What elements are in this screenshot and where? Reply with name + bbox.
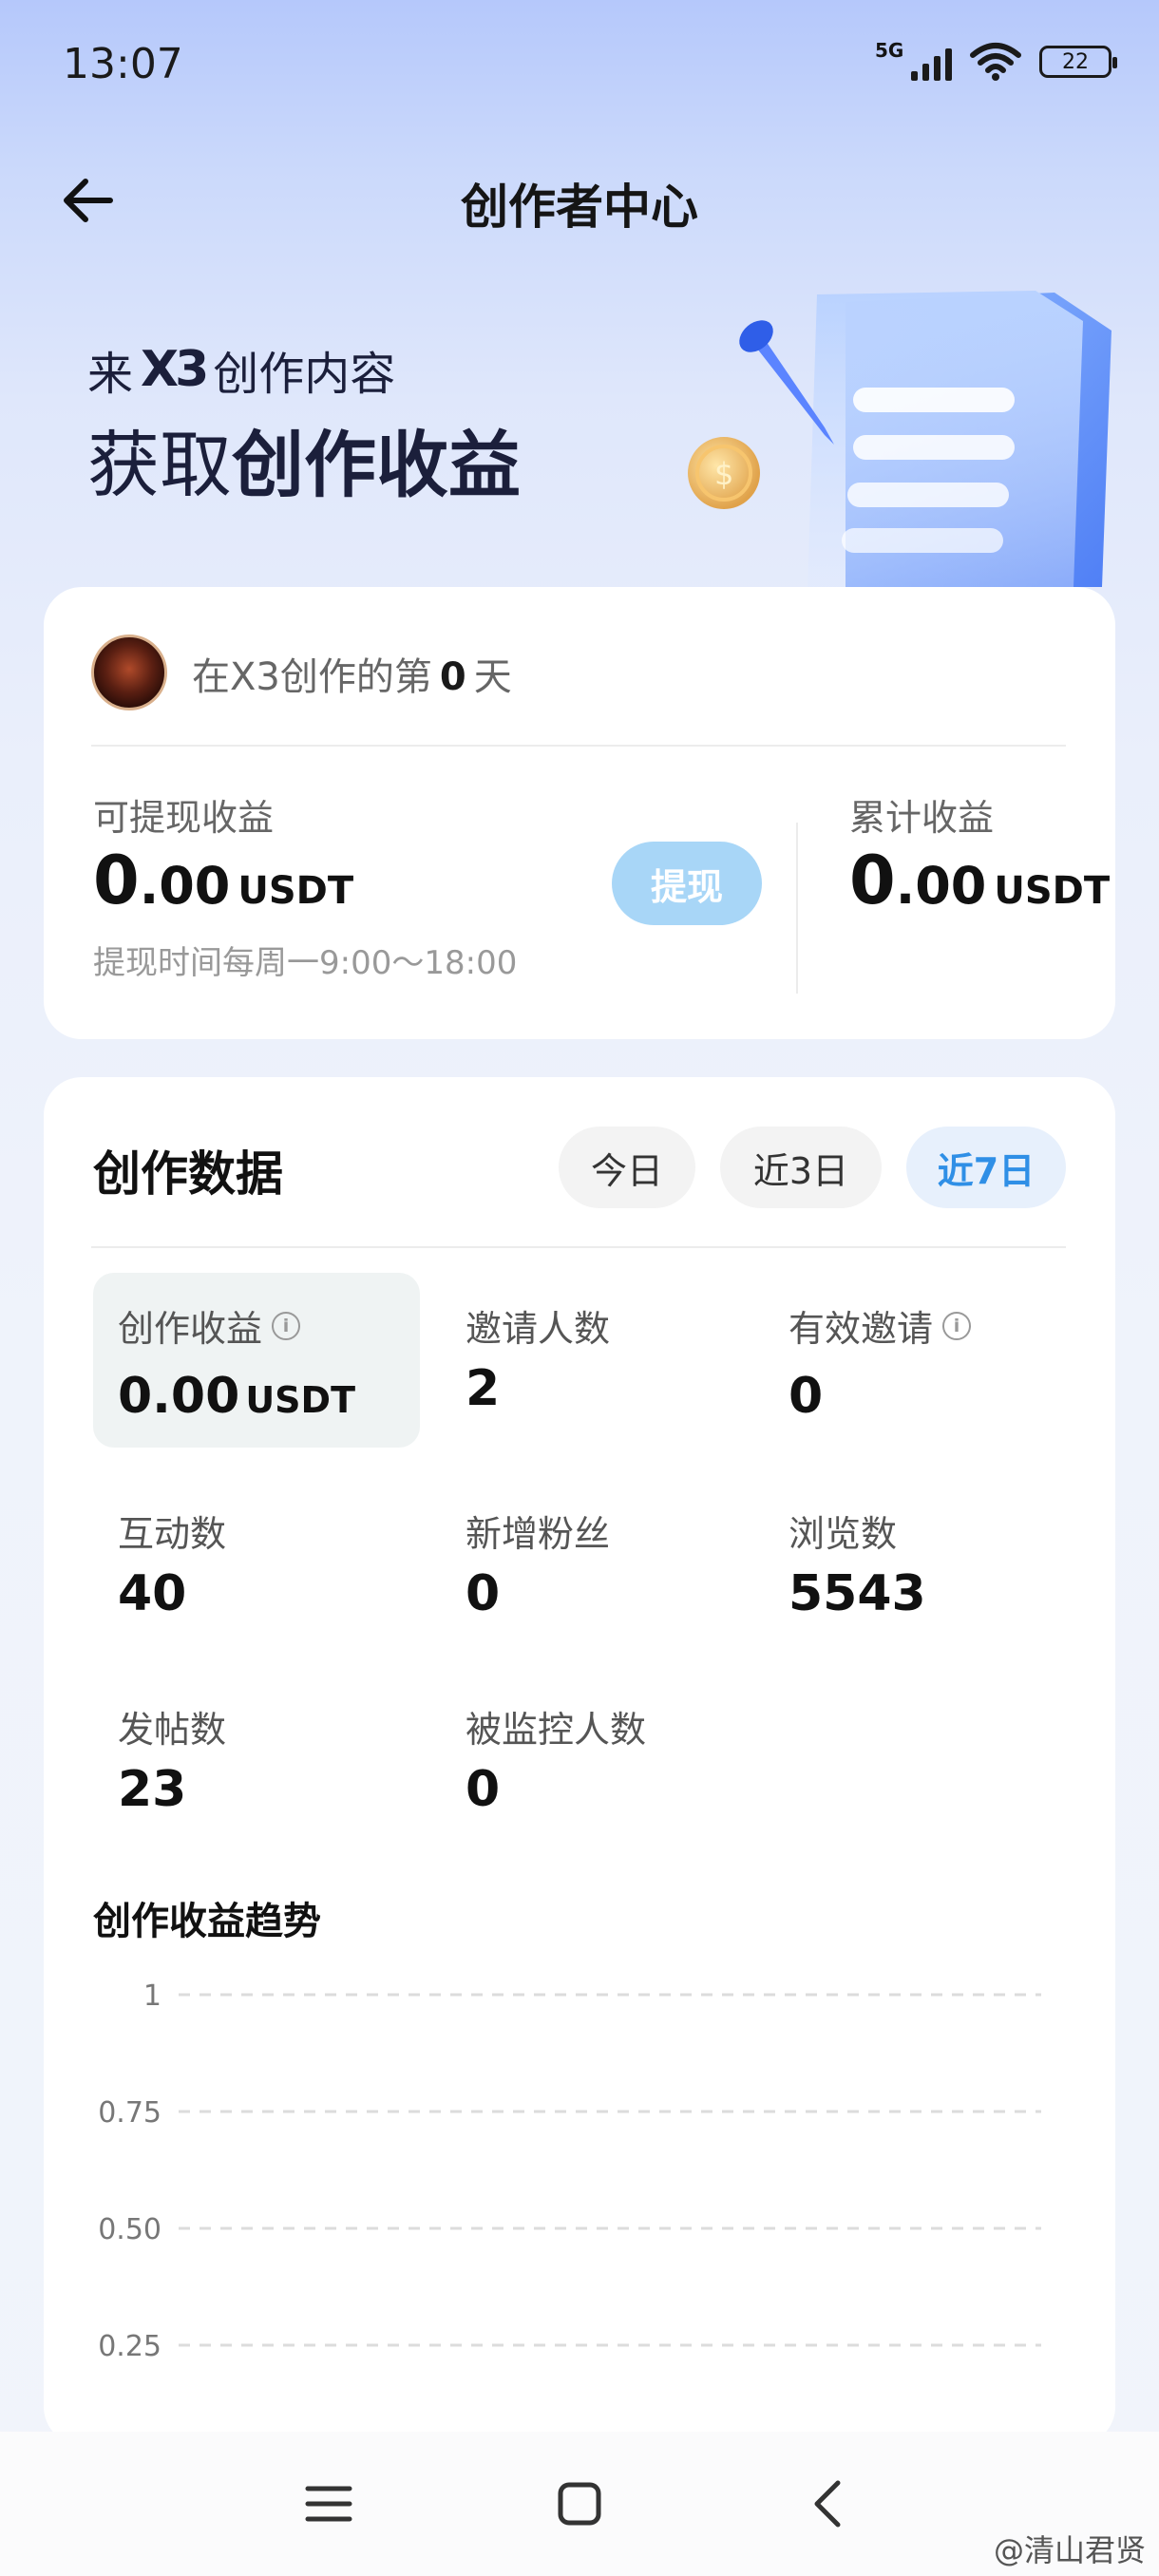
home-icon[interactable] [549,2473,610,2534]
stat-value-posts: 23 [118,1761,187,1818]
vertical-divider [796,823,798,994]
hero-suffix: 创作内容 [213,348,396,401]
battery-icon: 22 [1039,46,1117,78]
creation-days: 在X3创作的第 0 天 [192,655,512,699]
back-nav-icon[interactable] [800,2473,861,2534]
tab-7days[interactable]: 近7日 [906,1127,1066,1208]
tab-3days[interactable]: 近3日 [720,1127,882,1208]
tab-today[interactable]: 今日 [559,1127,695,1208]
total-earnings-value: 0.00 USDT [849,842,1111,919]
stat-value-new-fans: 0 [466,1565,501,1622]
menu-icon[interactable] [298,2473,359,2534]
status-time: 13:07 [63,40,183,88]
earnings-trend-chart: 1 0.75 0.50 0.25 [98,1979,1041,2363]
withdraw-button[interactable]: 提现 [612,842,762,925]
info-icon[interactable]: i [942,1311,972,1340]
stat-label-views: 浏览数 [788,1513,898,1555]
hero-prefix: 来 [87,348,134,401]
document-illustration: $ [688,291,1112,587]
stat-value-interactions: 40 [118,1565,187,1622]
battery-level: 22 [1062,49,1089,74]
total-earnings-label: 累计收益 [849,797,995,839]
chart-title: 创作收益趋势 [93,1900,321,1943]
stat-value-views: 5543 [788,1565,926,1622]
status-icons: 5G 22 [875,39,1117,82]
stat-value-earnings: 0.00 USDT [118,1368,356,1425]
stat-value-invites: 2 [466,1360,501,1417]
watermark: @清山君贤 [993,2532,1146,2568]
stats-title: 创作数据 [93,1146,283,1202]
y-tick-label: 0.25 [98,2330,162,2363]
stat-label-invites: 邀请人数 [466,1308,611,1350]
y-tick-label: 1 [143,1979,162,2013]
stat-label-new-fans: 新增粉丝 [466,1513,611,1555]
stat-label-interactions: 互动数 [118,1513,227,1555]
stat-label-monitored: 被监控人数 [466,1709,647,1751]
svg-text:$: $ [714,456,733,492]
withdrawable-value: 0.00 USDT [93,842,354,919]
stat-label-posts: 发帖数 [118,1709,227,1751]
wifi-icon [970,43,1021,81]
x3-logo: X3 [141,341,209,398]
withdraw-time-note: 提现时间每周一9:00～18:00 [93,944,518,982]
stat-value-valid-invites: 0 [788,1368,824,1425]
signal-icon: 5G [875,39,952,81]
info-icon[interactable]: i [272,1311,301,1340]
avatar[interactable] [91,635,167,710]
stat-label-valid-invites: 有效邀请 i [788,1299,972,1352]
divider [91,745,1066,747]
y-tick-label: 0.75 [98,2096,162,2130]
hero-line-2: 获取创作收益 [87,423,521,507]
stat-value-monitored: 0 [466,1761,501,1818]
y-tick-label: 0.50 [98,2213,162,2246]
network-type: 5G [875,39,904,62]
hero-line-1: 来 X3 创作内容 [87,336,395,403]
page-title: 创作者中心 [461,180,698,235]
withdrawable-label: 可提现收益 [93,797,275,839]
stat-label-earnings: 创作收益 i [118,1299,301,1352]
divider [91,1246,1066,1248]
